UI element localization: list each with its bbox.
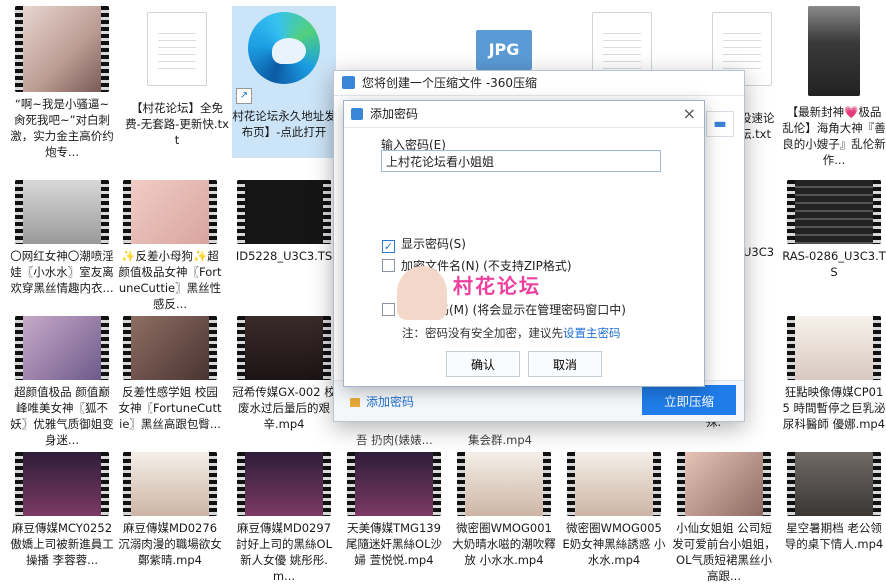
video-thumbnail bbox=[457, 452, 551, 516]
file-label: 麻豆傳媒MCY0252 傲嬌上司被新進員工操播 李蓉蓉... bbox=[10, 521, 114, 567]
file-tile[interactable]: RAS-0286_U3C3.TS bbox=[782, 180, 886, 280]
set-master-password-link[interactable]: 设置主密码 bbox=[563, 326, 621, 340]
file-tile[interactable]: ✨反差小母狗✨超颜值极品女神〖FortuneCuttie〗黑丝性感反... bbox=[118, 180, 222, 312]
file-tile[interactable]: 微密圈WMOG001 大奶晴水嗞的潮吹釋放 小水水.mp4 bbox=[452, 452, 556, 568]
folder-icon[interactable]: ▬ bbox=[706, 111, 734, 137]
video-thumbnail bbox=[15, 180, 109, 244]
file-tile[interactable]: 天美傳媒TMG139 尾隨迷奸黑絲OL沙婦 萱悦悦.mp4 bbox=[342, 452, 446, 568]
password-input[interactable] bbox=[381, 150, 661, 172]
file-tile[interactable]: ID5228_U3C3.TS bbox=[232, 180, 336, 264]
file-tile[interactable]: 【最新封神💗极品乱伦】海角大神『善良的小嫂子』乱伦新作... bbox=[782, 6, 886, 168]
text-file-icon bbox=[147, 12, 207, 86]
file-tile[interactable]: 〇网红女神〇潮喷淫娃〖小水水〗室友离欢穿黑丝情趣内衣... bbox=[10, 180, 114, 296]
video-thumbnail bbox=[123, 180, 217, 244]
shortcut-arrow-icon: ↗ bbox=[236, 88, 252, 104]
file-label: 村花论坛永久地址发布页】-点此打开 bbox=[232, 109, 336, 139]
video-thumbnail bbox=[567, 452, 661, 516]
cancel-button[interactable]: 取消 bbox=[528, 351, 602, 377]
watermark-text: 村花论坛 bbox=[453, 274, 541, 298]
file-tile[interactable]: JPG bbox=[452, 6, 556, 70]
add-password-link[interactable]: 添加密码 bbox=[350, 393, 414, 410]
file-tile[interactable]: 麻豆傳媒MD0276 沉溺肉漫的職場欲女 鄭紫晴.mp4 bbox=[118, 452, 222, 568]
file-tile[interactable]: 冠希传媒GX-002 校废水过后量后的艰辛.mp4 bbox=[232, 316, 336, 432]
edge-browser-icon bbox=[248, 12, 320, 84]
file-label: 超颜值极品 颜值巅峰唯美女神〖狐不妖〗优雅气质御姐变身迷... bbox=[10, 385, 114, 447]
file-label: 集会群.mp4 bbox=[468, 433, 532, 447]
password-note: 注：密码没有安全加密，建议先设置主密码 bbox=[402, 325, 621, 341]
video-thumbnail bbox=[237, 316, 331, 380]
compress-dialog-titlebar[interactable]: 您将创建一个压缩文件 -360压缩 bbox=[334, 71, 744, 96]
video-thumbnail bbox=[787, 180, 881, 244]
file-tile[interactable]: 麻豆傳媒MD0297 討好上司的黑絲OL 新人女優 姚彤彤.m... bbox=[232, 452, 336, 584]
file-label: 麻豆傳媒MD0276 沉溺肉漫的職場欲女 鄭紫晴.mp4 bbox=[118, 521, 222, 567]
file-tile[interactable]: 微密圈WMOG005 E奶女神黑絲誘惑 小水水.mp4 bbox=[562, 452, 666, 568]
file-label: 麻豆傳媒MD0297 討好上司的黑絲OL 新人女優 姚彤彤.m... bbox=[236, 521, 332, 583]
compress-now-button[interactable]: 立即压缩 bbox=[642, 385, 736, 415]
file-label: ID5228_U3C3.TS bbox=[235, 249, 333, 263]
video-thumbnail bbox=[123, 316, 217, 380]
close-icon[interactable]: × bbox=[683, 101, 696, 127]
file-label: RAS-0286_U3C3.TS bbox=[782, 249, 886, 279]
video-thumbnail bbox=[123, 452, 217, 516]
file-label: 【村花论坛】全免费-无套路-更新快.txt bbox=[125, 101, 229, 147]
file-label: 【最新封神💗极品乱伦】海角大神『善良的小嫂子』乱伦新作... bbox=[782, 105, 886, 167]
remember-password-checkbox[interactable] bbox=[382, 303, 395, 316]
file-tile[interactable]: 反差性感学姐 校园女神〖FortuneCuttie〗黑丝高跟包臀... bbox=[118, 316, 222, 432]
file-tile[interactable]: 超颜值极品 颜值巅峰唯美女神〖狐不妖〗优雅气质御姐变身迷... bbox=[10, 316, 114, 448]
lock-icon bbox=[350, 398, 360, 407]
video-thumbnail bbox=[237, 180, 331, 244]
file-label: 星空暑期档 老公领导的桌下情人.mp4 bbox=[784, 521, 884, 551]
file-label: “啊~我是小骚逼~肏死我吧~”对白刺激，实力金主高价约炮专... bbox=[10, 97, 114, 159]
file-tile[interactable]: 星空暑期档 老公领导的桌下情人.mp4 bbox=[782, 452, 886, 552]
watermark: 村花论坛 bbox=[397, 266, 637, 320]
file-label: 狂點映像傳媒CP015 時間暫停之巨乳泌尿科醫師 優娜.mp4 bbox=[782, 385, 886, 431]
video-thumbnail bbox=[237, 452, 331, 516]
encrypt-filename-checkbox[interactable] bbox=[382, 259, 395, 272]
video-thumbnail bbox=[15, 316, 109, 380]
file-label: 微密圈WMOG001 大奶晴水嗞的潮吹釋放 小水水.mp4 bbox=[452, 521, 556, 567]
file-label: 微密圈WMOG005 E奶女神黑絲誘惑 小水水.mp4 bbox=[562, 521, 666, 567]
confirm-button[interactable]: 确认 bbox=[446, 351, 520, 377]
file-label: U3C3 bbox=[743, 245, 775, 259]
file-label: 〇网红女神〇潮喷淫娃〖小水水〗室友离欢穿黑丝情趣内衣... bbox=[10, 249, 114, 295]
add-password-title: 添加密码 bbox=[370, 107, 419, 121]
jpg-file-icon: JPG bbox=[476, 30, 532, 70]
compress-dialog-title: 您将创建一个压缩文件 -360压缩 bbox=[362, 76, 538, 90]
video-thumbnail bbox=[15, 452, 109, 516]
360-zip-icon bbox=[351, 108, 363, 120]
file-tile[interactable]: “啊~我是小骚逼~肏死我吧~”对白刺激，实力金主高价约炮专... bbox=[10, 6, 114, 160]
file-label: 没速论坛.txt bbox=[740, 111, 775, 141]
add-password-dialog: 添加密码 × 输入密码(E) ✓显示密码(S) 加密文件名(N) (不支持ZIP… bbox=[343, 100, 705, 387]
file-tile[interactable]: 狂點映像傳媒CP015 時間暫停之巨乳泌尿科醫師 優娜.mp4 bbox=[782, 316, 886, 432]
file-tile[interactable]: 小仙女姐姐 公司短发可爱前台小姐姐，OL气质短裙黑丝小高跟... bbox=[672, 452, 776, 584]
add-password-label: 添加密码 bbox=[366, 395, 415, 409]
show-password-checkbox[interactable]: ✓ bbox=[382, 240, 395, 253]
video-thumbnail bbox=[347, 452, 441, 516]
video-thumbnail bbox=[677, 452, 771, 516]
360-zip-icon bbox=[342, 76, 355, 89]
file-label: 小仙女姐姐 公司短发可爱前台小姐姐，OL气质短裙黑丝小高跟... bbox=[672, 521, 776, 583]
show-password-label: 显示密码(S) bbox=[401, 237, 466, 251]
file-tile[interactable]: 【村花论坛】全免费-无套路-更新快.txt bbox=[125, 12, 229, 148]
video-thumbnail bbox=[15, 6, 109, 92]
file-tile[interactable]: 麻豆傳媒MCY0252 傲嬌上司被新進員工操播 李蓉蓉... bbox=[10, 452, 114, 568]
add-password-titlebar[interactable]: 添加密码 × bbox=[344, 101, 704, 128]
note-text: 注：密码没有安全加密，建议先 bbox=[402, 326, 563, 340]
file-label: 天美傳媒TMG139 尾隨迷奸黑絲OL沙婦 萱悦悦.mp4 bbox=[346, 521, 442, 567]
file-label: 冠希传媒GX-002 校废水过后量后的艰辛.mp4 bbox=[232, 385, 336, 431]
file-label: ✨反差小母狗✨超颜值极品女神〖FortuneCuttie〗黑丝性感反... bbox=[118, 249, 222, 311]
video-thumbnail bbox=[787, 316, 881, 380]
file-label: 反差性感学姐 校园女神〖FortuneCuttie〗黑丝高跟包臀... bbox=[118, 385, 222, 431]
avatar bbox=[397, 266, 447, 320]
show-password-option[interactable]: ✓ 显示密码(S) bbox=[382, 235, 466, 253]
file-tile-selected[interactable]: ↗ 村花论坛永久地址发布页】-点此打开 bbox=[232, 6, 336, 158]
video-thumbnail bbox=[787, 452, 881, 516]
photo-thumbnail bbox=[808, 6, 860, 96]
